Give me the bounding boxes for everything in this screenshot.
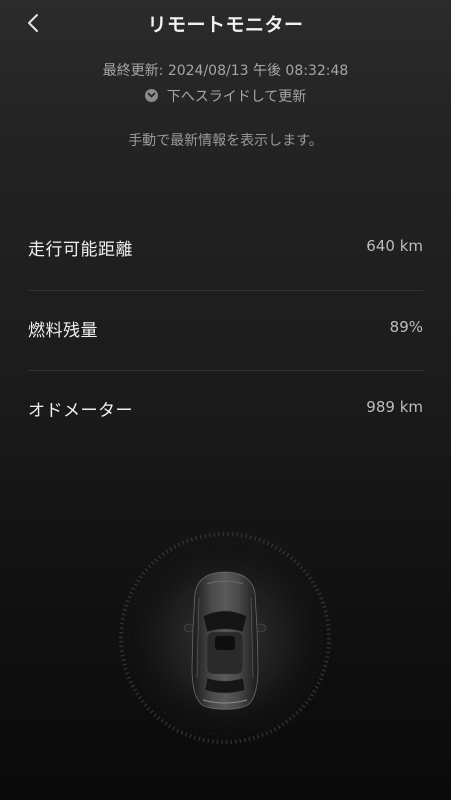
vehicle-illustration — [117, 530, 333, 746]
metric-label: 走行可能距離 — [28, 240, 133, 260]
pull-to-refresh-label: 下へスライドして更新 — [166, 89, 307, 105]
metric-value: 89% — [389, 318, 423, 336]
metric-label: 燃料残量 — [28, 321, 98, 341]
vehicle-top-view — [115, 528, 335, 748]
page-title: リモートモニター — [147, 14, 304, 36]
metric-label: オドメーター — [28, 401, 133, 421]
top-bar: リモートモニター — [0, 0, 451, 46]
metric-row-fuel: 燃料残量 89% — [28, 290, 423, 370]
metric-value: 640 km — [366, 237, 423, 255]
manual-refresh-note: 手動で最新情報を表示します。 — [128, 133, 323, 149]
last-updated-text: 最終更新: 2024/08/13 午後 08:32:48 — [102, 63, 349, 79]
metric-value: 989 km — [366, 398, 423, 416]
metric-row-range: 走行可能距離 640 km — [28, 209, 423, 289]
metric-row-odometer: オドメーター 989 km — [28, 370, 423, 450]
chevron-down-circle-icon — [144, 89, 158, 102]
pull-to-refresh-hint[interactable]: 下へスライドして更新 — [0, 86, 451, 106]
